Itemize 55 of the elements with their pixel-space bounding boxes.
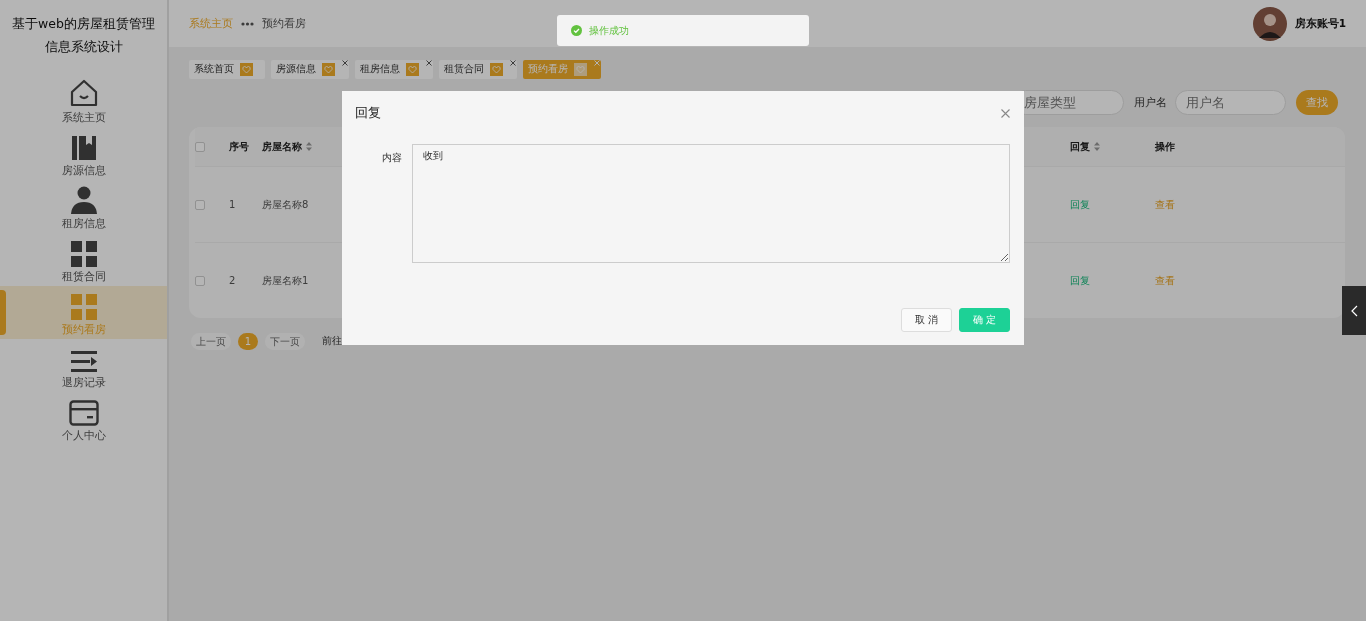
grid-icon [70, 294, 97, 320]
close-icon[interactable] [426, 60, 432, 66]
sidebar-item[interactable]: 租房信息 [0, 180, 167, 233]
breadcrumb-item: 预约看房 [262, 16, 306, 31]
field-label: 内容 [382, 151, 402, 165]
separator-icon [241, 21, 254, 26]
chevron-left-icon [1350, 304, 1358, 317]
tab[interactable]: 房源信息 [271, 60, 349, 79]
goto-label: 前往 [322, 335, 342, 348]
column-header: 操作 [1155, 139, 1175, 154]
sidebar-item[interactable]: 租赁合同 [0, 233, 167, 286]
close-icon[interactable] [1001, 109, 1010, 118]
table-cell-text: 1 [229, 198, 237, 212]
sidebar-item[interactable]: 退房记录 [0, 339, 167, 392]
column-header: 回复 [1070, 139, 1090, 154]
app-title: 基于web的房屋租赁管理信息系统设计 [11, 15, 156, 56]
collapse-button[interactable] [1342, 286, 1366, 335]
column-header: 序号 [229, 139, 249, 154]
dialog-title: 回复 [355, 105, 381, 122]
card-icon [68, 400, 99, 426]
checkbox[interactable] [195, 199, 205, 210]
heart-icon [574, 63, 587, 76]
user-name[interactable]: 房东账号1 [1294, 16, 1346, 31]
table-cell-text: 房屋名称1 [262, 274, 310, 288]
check-icon [571, 25, 582, 36]
table-cell-text: 房屋名称8 [262, 198, 310, 212]
heart-icon [406, 63, 419, 76]
heart-icon [490, 63, 503, 76]
table-cell-text: 2 [229, 274, 237, 288]
tab[interactable]: 租房信息 [355, 60, 433, 79]
list-icon [70, 351, 97, 373]
home-icon [68, 78, 99, 108]
heart-icon [240, 63, 253, 76]
checkbox[interactable] [195, 141, 205, 152]
cancel-button[interactable]: 取 消 [900, 308, 952, 332]
tab[interactable]: 系统首页 [189, 60, 265, 79]
toast-message: 操作成功 [589, 23, 629, 38]
sort-icon[interactable] [1094, 142, 1100, 151]
avatar [1252, 6, 1287, 41]
checkbox[interactable] [195, 275, 205, 286]
person-icon [69, 186, 98, 214]
sort-icon[interactable] [306, 142, 312, 151]
grid-icon [70, 241, 97, 267]
heart-icon [322, 63, 335, 76]
bookmark-icon [70, 135, 97, 161]
search-field[interactable]: 用户名 [1175, 90, 1286, 115]
sidebar-item[interactable]: 房源信息 [0, 127, 167, 180]
tab[interactable]: 租赁合同 [439, 60, 517, 79]
content-field[interactable]: 收到 [412, 144, 1010, 263]
sidebar-item[interactable]: 系统主页 [0, 74, 167, 127]
sidebar-item[interactable]: 个人中心 [0, 392, 167, 445]
field-label: 用户名 [1134, 95, 1167, 110]
close-icon[interactable] [510, 60, 516, 66]
column-header: 房屋名称 [262, 139, 302, 154]
close-icon[interactable] [342, 60, 348, 66]
